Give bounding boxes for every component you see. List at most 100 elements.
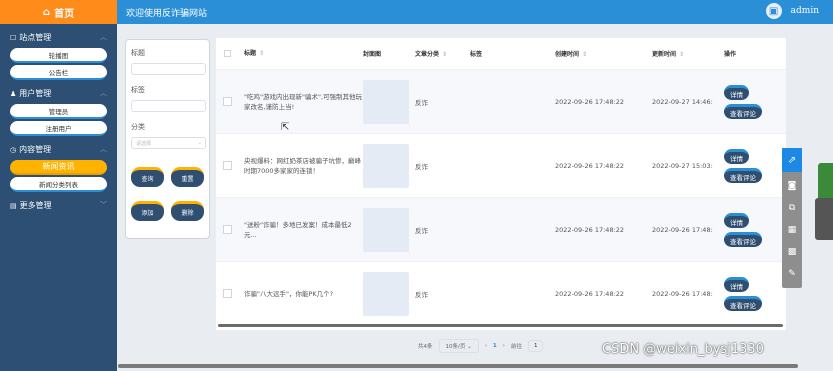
header-created[interactable]: 创建时间 xyxy=(555,51,579,58)
row-title: "吃鸡"游戏内出现新"骗术",可强制其他玩家改名,谨防上当! xyxy=(244,92,363,111)
sidebar-group-label: 内容管理 xyxy=(19,144,52,154)
home-label: 首页 xyxy=(54,8,75,20)
chevron-up-icon: ︿ xyxy=(100,145,107,153)
user-menu[interactable]: ▣ admin xyxy=(765,3,819,19)
view-comments-button[interactable]: 查看评论 xyxy=(724,167,762,183)
sidebar-group-site[interactable]: ☐ 站点管理 ︿ xyxy=(0,28,117,46)
mouse-cursor-icon: ⇱ xyxy=(281,122,290,133)
welcome-text: 欢迎使用反诈骗网站 xyxy=(126,8,208,19)
copy-icon[interactable]: ⧉ xyxy=(786,202,798,214)
sidebar: ☐ 站点管理 ︿ 轮播图 公告栏 ♟ 用户管理 ︿ 管理员 注册用户 ◷ 内容管理 ︿… xyxy=(0,24,117,371)
tag-label: 标签 xyxy=(131,86,145,94)
document-icon[interactable]: ▦ xyxy=(786,224,798,236)
sidebar-group-label: 更多管理 xyxy=(19,200,52,210)
side-tab-dark[interactable] xyxy=(815,198,833,240)
header-ops: 操作 xyxy=(724,51,737,58)
sidebar-group-more[interactable]: ▤ 更多管理 ﹀ xyxy=(0,196,117,214)
row-checkbox[interactable] xyxy=(223,98,231,105)
chevron-up-icon: ︿ xyxy=(100,89,107,97)
sidebar-group-label: 用户管理 xyxy=(19,88,52,98)
select-all-checkbox[interactable] xyxy=(223,50,231,57)
delete-button[interactable]: 删除 xyxy=(171,201,204,221)
chevron-down-icon: ⌄ xyxy=(197,140,202,146)
sidebar-group-label: 站点管理 xyxy=(19,32,52,42)
admin-name[interactable]: admin xyxy=(791,6,819,16)
search-panel: 标题 标签 分类 请选择 ⌄ 查询 重置 添加 删除 xyxy=(125,39,210,239)
share-icon[interactable]: ⇗ xyxy=(782,148,802,172)
query-button[interactable]: 查询 xyxy=(131,167,164,187)
row-title: 诈骗"八大远手"，你能PK几个? xyxy=(244,289,334,298)
table-row[interactable]: 诈骗"八大远手"，你能PK几个? 反诈 2022-09-26 17:48:22 … xyxy=(216,262,786,326)
sort-icon[interactable]: ⇕ xyxy=(259,50,264,57)
page-horizontal-scrollbar[interactable] xyxy=(118,364,798,368)
view-comments-button[interactable]: 查看评论 xyxy=(724,295,762,311)
image-icon[interactable]: ▩ xyxy=(786,246,798,258)
row-title: "送粉"诈骗！多地已发案！成本最低2元... xyxy=(244,220,352,239)
row-checkbox[interactable] xyxy=(223,290,231,297)
page-size-select[interactable]: 10条/页 ⌄ xyxy=(438,339,479,353)
detail-button[interactable]: 详情 xyxy=(724,84,749,100)
table-row[interactable]: 央视爆料：网红奶茶店被骗子坑惨，巅峰时期7000多家家的连锁！ 反诈 2022-… xyxy=(216,134,786,198)
header-title[interactable]: 标题 xyxy=(244,50,256,57)
row-category: 反诈 xyxy=(415,290,428,299)
page-size-value: 10条/页 xyxy=(445,344,466,350)
row-checkbox[interactable] xyxy=(223,162,231,169)
news-table: 标题 ⇕ 封面图 文章分类 ⇕ 标签 创建时间 ⇕ 更新时间 ⇕ 操作 "吃鸡"游戏内出… xyxy=(216,38,786,330)
row-created: 2022-09-26 17:48:22 xyxy=(555,161,625,170)
sidebar-item-news[interactable]: 新闻资讯 xyxy=(10,160,107,175)
header-updated[interactable]: 更新时间 xyxy=(652,51,676,58)
pen-icon[interactable]: ✎ xyxy=(786,268,798,280)
tag-input[interactable] xyxy=(131,100,206,112)
avatar-icon[interactable]: ▣ xyxy=(765,3,782,19)
home-button[interactable]: ⌂ 首页 xyxy=(0,0,117,24)
category-placeholder: 请选择 xyxy=(136,140,152,147)
sidebar-item-notice[interactable]: 公告栏 xyxy=(10,65,107,80)
title-input[interactable] xyxy=(131,63,206,75)
add-button[interactable]: 添加 xyxy=(131,201,164,221)
sidebar-item-admins[interactable]: 管理员 xyxy=(10,104,107,119)
home-icon: ⌂ xyxy=(42,6,51,18)
detail-button[interactable]: 详情 xyxy=(724,212,749,228)
grid-icon: ▤ xyxy=(10,201,17,210)
table-row[interactable]: "吃鸡"游戏内出现新"骗术",可强制其他玩家改名,谨防上当! 反诈 2022-0… xyxy=(216,70,786,134)
view-comments-button[interactable]: 查看评论 xyxy=(724,103,762,119)
sidebar-group-content[interactable]: ◷ 内容管理 ︿ xyxy=(0,140,117,158)
row-updated: 2022-09-26 17:48: xyxy=(652,225,713,234)
row-category: 反诈 xyxy=(415,98,428,107)
sidebar-item-registered-users[interactable]: 注册用户 xyxy=(10,121,107,136)
user-icon: ♟ xyxy=(10,89,17,98)
category-select[interactable]: 请选择 ⌄ xyxy=(131,137,206,149)
row-checkbox[interactable] xyxy=(223,226,231,233)
category-label: 分类 xyxy=(131,123,145,131)
sidebar-group-user[interactable]: ♟ 用户管理 ︿ xyxy=(0,84,117,102)
view-comments-button[interactable]: 查看评论 xyxy=(724,231,762,247)
header-cover: 封面图 xyxy=(363,51,382,58)
chevron-up-icon: ︿ xyxy=(100,33,107,41)
cover-image xyxy=(363,143,409,188)
sidebar-item-news-categories[interactable]: 新闻分类列表 xyxy=(10,177,107,192)
prev-page-icon[interactable]: ‹ xyxy=(485,343,487,349)
sort-icon[interactable]: ⇕ xyxy=(679,51,684,58)
sidebar-item-carousel[interactable]: 轮播图 xyxy=(10,48,107,63)
row-updated: 2022-09-27 14:46: xyxy=(652,97,713,106)
pagination: 共4条 10条/页 ⌄ ‹ 1 › 前往 1 xyxy=(418,339,544,353)
camera-icon[interactable]: ◙ xyxy=(786,180,798,192)
sort-icon[interactable]: ⇕ xyxy=(582,51,587,58)
detail-button[interactable]: 详情 xyxy=(724,148,749,164)
row-category: 反诈 xyxy=(415,162,428,171)
row-category: 反诈 xyxy=(415,226,428,235)
detail-button[interactable]: 详情 xyxy=(724,276,749,292)
watermark: CSDN @weixin_bysj1330 xyxy=(602,342,764,357)
header-tags: 标签 xyxy=(470,51,483,58)
goto-page-input[interactable]: 1 xyxy=(527,340,544,352)
next-page-icon[interactable]: › xyxy=(503,343,505,349)
top-bar: ⌂ 首页 欢迎使用反诈骗网站 ▣ admin xyxy=(0,0,833,24)
table-horizontal-scrollbar[interactable] xyxy=(218,324,783,327)
table-row[interactable]: "送粉"诈骗！多地已发案！成本最低2元... 反诈 2022-09-26 17:… xyxy=(216,198,786,262)
page-number[interactable]: 1 xyxy=(493,343,497,349)
header-category[interactable]: 文章分类 xyxy=(415,51,439,58)
title-label: 标题 xyxy=(131,49,145,57)
sort-icon[interactable]: ⇕ xyxy=(442,51,447,58)
row-updated: 2022-09-26 17:48: xyxy=(652,289,713,298)
reset-button[interactable]: 重置 xyxy=(171,167,204,187)
